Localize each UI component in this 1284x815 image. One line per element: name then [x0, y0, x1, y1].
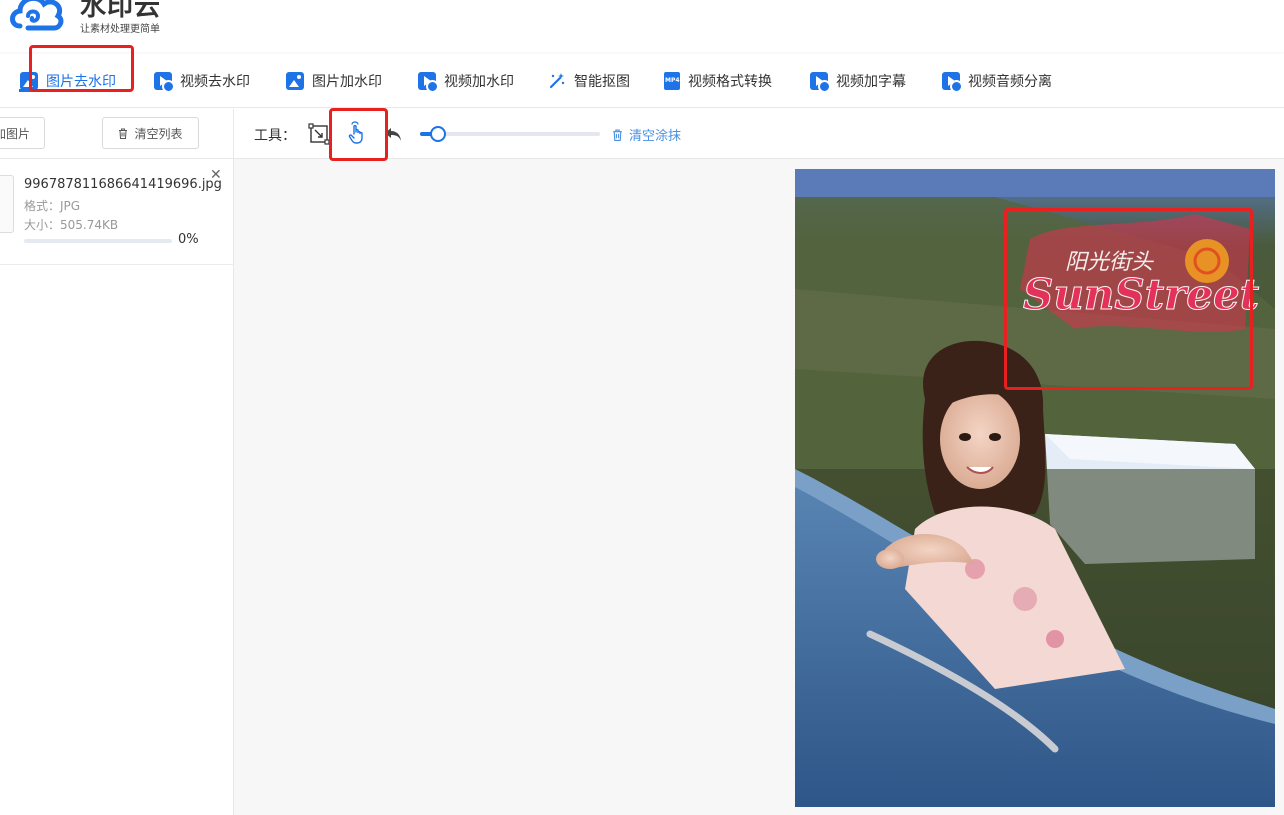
file-size: 大小：505.74KB: [24, 218, 119, 232]
file-list-item[interactable]: 996787811686641419696.jpg 格式：JPG 大小：505.…: [0, 159, 234, 265]
rectangle-select-icon[interactable]: [308, 123, 330, 145]
tab-video-remove-watermark[interactable]: 视频去水印: [154, 67, 250, 95]
file-list-panel: 加图片 清空列表 996787811686641419696.jpg 格式：JP…: [0, 109, 234, 815]
file-format: 格式：JPG: [24, 199, 81, 213]
file-thumbnail: [0, 175, 14, 233]
undo-icon[interactable]: [382, 123, 404, 145]
video-icon: [810, 72, 831, 93]
tab-label: 视频加字幕: [836, 74, 906, 90]
tab-label: 智能抠图: [574, 74, 630, 90]
clear-list-label: 清空列表: [134, 126, 183, 141]
tab-video-audio-separate[interactable]: 视频音频分离: [942, 67, 1052, 95]
tab-bar: 图片去水印 视频去水印 图片加水印 视频加水印 智能抠图 MP4 视频格式转换: [0, 55, 1284, 108]
edited-photo[interactable]: 阳光街头 SunStreet: [795, 169, 1275, 807]
app-window: 水印云 让素材处理更简单 图片去水印 视频去水印 图片加水印 视频加水印 智能抠…: [0, 0, 1284, 815]
tab-label: 视频加水印: [444, 74, 514, 90]
tab-label: 视频音频分离: [968, 74, 1052, 90]
mp4-file-icon: MP4: [664, 72, 680, 90]
trash-icon: [119, 128, 128, 139]
tab-video-format-convert[interactable]: MP4 视频格式转换: [664, 67, 772, 95]
image-icon: [286, 72, 304, 90]
active-tab-indicator: [19, 89, 122, 92]
tab-label: 视频格式转换: [688, 74, 772, 90]
video-icon: [942, 72, 963, 93]
file-name: 996787811686641419696.jpg: [24, 177, 222, 192]
slider-handle[interactable]: [430, 126, 446, 142]
clear-list-button[interactable]: 清空列表: [102, 117, 199, 149]
add-image-button[interactable]: 加图片: [0, 117, 45, 149]
tab-label: 图片加水印: [312, 74, 382, 90]
canvas-area[interactable]: 阳光街头 SunStreet: [234, 159, 1284, 815]
tab-label: 视频去水印: [180, 74, 250, 90]
brush-hand-icon[interactable]: [344, 121, 370, 147]
magic-wand-icon: [549, 73, 565, 89]
video-icon: [418, 72, 439, 93]
image-icon: [20, 72, 38, 90]
progress-text: 0%: [178, 232, 199, 247]
tab-video-add-watermark[interactable]: 视频加水印: [418, 67, 514, 95]
tab-smart-cutout[interactable]: 智能抠图: [548, 67, 630, 95]
clear-smear-label: 清空涂抹: [629, 129, 682, 144]
tab-image-add-watermark[interactable]: 图片加水印: [286, 67, 382, 95]
brand-slogan: 让素材处理更简单: [80, 24, 160, 35]
clear-smear-button[interactable]: 清空涂抹: [612, 125, 681, 144]
tab-label: 图片去水印: [46, 74, 116, 90]
add-image-label: 加图片: [0, 126, 30, 141]
progress-bar: [24, 239, 172, 243]
header: 水印云 让素材处理更简单: [0, 0, 1284, 52]
tools-label: 工具：: [254, 128, 296, 144]
watermark-en-text: SunStreet: [1023, 270, 1259, 319]
close-icon[interactable]: ✕: [210, 167, 222, 183]
trash-icon: [613, 129, 622, 141]
tab-video-add-subtitle[interactable]: 视频加字幕: [810, 67, 906, 95]
brush-size-slider[interactable]: [420, 126, 600, 142]
editor-toolbar: 工具： 清空涂抹: [234, 109, 1284, 159]
cloud-logo-icon: [10, 0, 64, 31]
video-icon: [154, 72, 175, 93]
